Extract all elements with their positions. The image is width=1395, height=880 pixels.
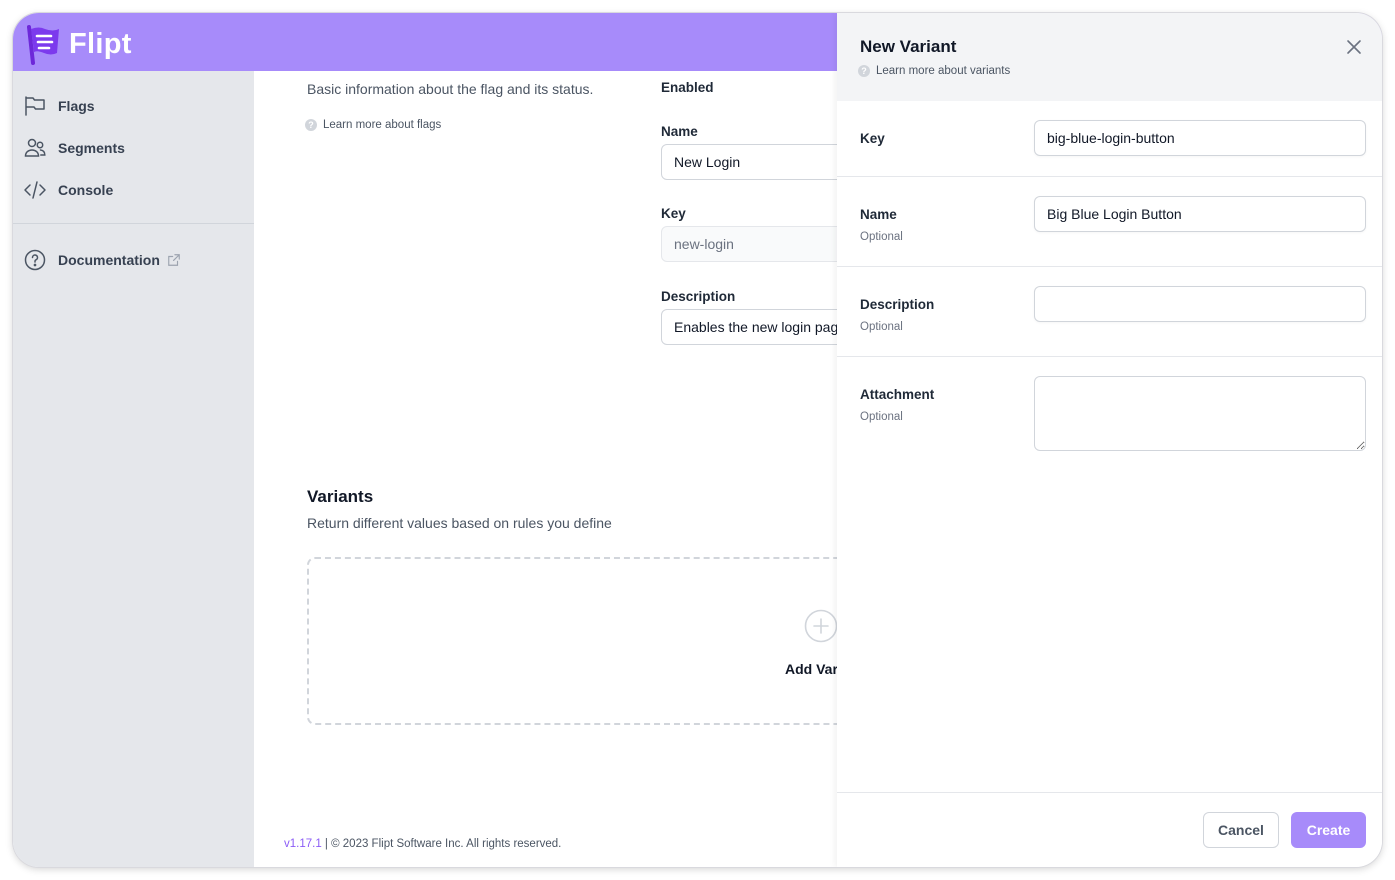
flag-icon: [25, 96, 45, 116]
optional-hint: Optional: [860, 231, 903, 243]
sidebar-item-console[interactable]: Console: [23, 175, 113, 205]
sidebar-item-label: Flags: [58, 98, 95, 114]
variant-key-input[interactable]: [1034, 120, 1366, 156]
sidebar-item-documentation[interactable]: Documentation: [23, 245, 181, 275]
sidebar-item-segments[interactable]: Segments: [23, 133, 125, 163]
create-button[interactable]: Create: [1291, 812, 1366, 848]
panel-title: New Variant: [860, 37, 957, 56]
variant-name-label: Name: [860, 207, 897, 222]
footer: v1.17.1 | © 2023 Flipt Software Inc. All…: [284, 838, 561, 850]
name-label: Name: [661, 124, 698, 139]
learn-more-variants-label: Learn more about variants: [876, 65, 1011, 77]
variant-attachment-textarea[interactable]: [1034, 376, 1366, 451]
variant-description-label: Description: [860, 297, 935, 312]
add-variant-label: Add Variant: [785, 661, 837, 677]
learn-more-flags-link[interactable]: ? Learn more about flags: [305, 119, 441, 131]
plus-circle-icon: [804, 609, 837, 643]
main-content: Basic information about the flag and its…: [254, 71, 837, 867]
flag-name-field[interactable]: New Login: [661, 144, 837, 180]
variants-title: Variants: [307, 487, 374, 506]
sidebar-item-flags[interactable]: Flags: [23, 91, 95, 121]
version-link[interactable]: v1.17.1: [284, 838, 322, 850]
panel-footer-divider: [837, 792, 1382, 793]
learn-more-variants-link[interactable]: ? Learn more about variants: [858, 65, 1010, 77]
flag-key-field[interactable]: new-login: [661, 226, 837, 262]
code-icon: [24, 181, 46, 199]
variant-description-input[interactable]: [1034, 286, 1366, 322]
variants-description: Return different values based on rules y…: [307, 515, 612, 531]
new-variant-panel: New Variant ? Learn more about variants …: [837, 13, 1382, 867]
sidebar: Flags Segments Console Documentation: [13, 71, 254, 867]
key-label: Key: [661, 206, 686, 221]
variant-description-row: Description Optional: [837, 267, 1382, 357]
app-window: Flipt Flags Segments Console Documentati…: [13, 13, 1382, 867]
flag-description-field[interactable]: Enables the new login page: [661, 309, 837, 345]
variant-name-row: Name Optional: [837, 177, 1382, 267]
copyright-text: | © 2023 Flipt Software Inc. All rights …: [321, 838, 562, 850]
enabled-label: Enabled: [661, 80, 714, 95]
question-circle-icon: [24, 249, 46, 271]
sidebar-divider: [13, 223, 254, 224]
add-variant-dropzone[interactable]: Add Variant: [307, 557, 837, 725]
flipt-logo-icon: [27, 25, 59, 65]
optional-hint: Optional: [860, 411, 903, 423]
description-label: Description: [661, 289, 736, 304]
variant-name-input[interactable]: [1034, 196, 1366, 232]
external-link-icon: [168, 254, 180, 266]
app-name: Flipt: [69, 27, 132, 60]
variant-attachment-label: Attachment: [860, 387, 935, 402]
sidebar-item-label: Segments: [58, 140, 125, 156]
question-icon: ?: [305, 119, 317, 131]
variant-key-label: Key: [860, 131, 885, 146]
learn-more-flags-label: Learn more about flags: [323, 119, 442, 131]
close-icon[interactable]: [1344, 37, 1364, 57]
panel-header: New Variant ? Learn more about variants: [837, 13, 1382, 101]
question-icon: ?: [858, 65, 870, 77]
variant-key-row: Key: [837, 101, 1382, 177]
users-icon: [24, 138, 46, 157]
sidebar-item-label: Documentation: [58, 252, 160, 268]
logo[interactable]: Flipt: [23, 23, 132, 65]
sidebar-item-label: Console: [58, 182, 114, 198]
variant-attachment-row: Attachment Optional: [837, 357, 1382, 467]
details-description: Basic information about the flag and its…: [307, 81, 594, 97]
optional-hint: Optional: [860, 321, 903, 333]
cancel-button[interactable]: Cancel: [1203, 812, 1279, 848]
